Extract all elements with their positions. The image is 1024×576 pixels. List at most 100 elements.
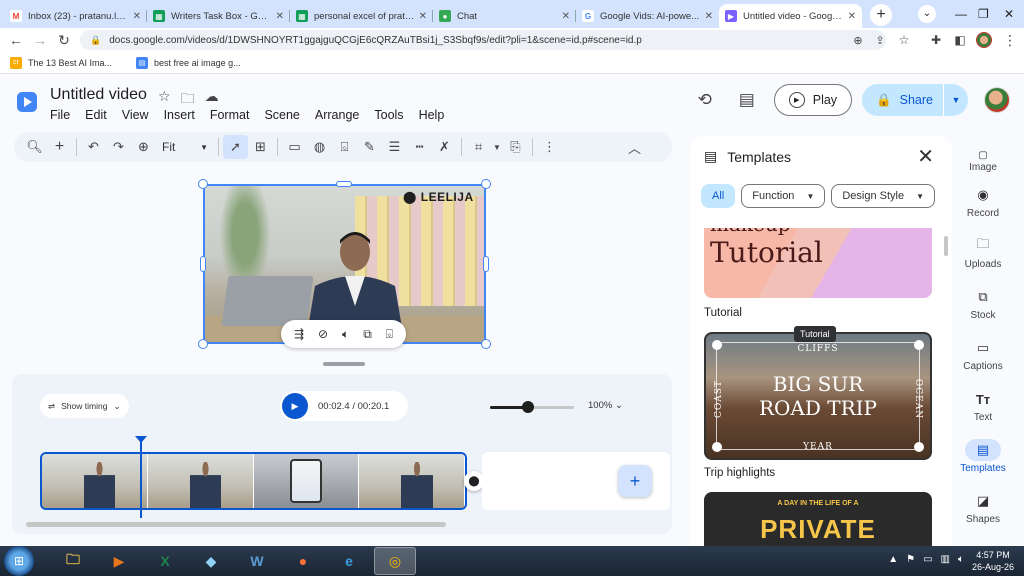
close-icon[interactable]: ✕ <box>705 11 713 22</box>
menu-arrange[interactable]: Arrange <box>315 108 359 122</box>
replace-media-icon[interactable]: ⧉ <box>363 327 372 342</box>
close-icon[interactable]: ✕ <box>848 11 856 22</box>
flag-icon[interactable]: ⚑ <box>906 554 915 565</box>
image-icon[interactable]: ▭ <box>282 135 307 159</box>
minimize-icon[interactable]: — <box>955 4 967 24</box>
format-paint-icon[interactable]: ⌺ <box>332 135 357 159</box>
extensions-icon[interactable]: ✚ <box>924 33 948 47</box>
maximize-icon[interactable]: ❐ <box>978 4 989 24</box>
zoom-select[interactable]: Fit ▼ <box>156 140 214 154</box>
browser-tab-untitled-video[interactable]: ▶ Untitled video - Google... ✕ <box>719 4 862 28</box>
chevron-down-icon[interactable]: ▼ <box>491 135 503 159</box>
close-icon[interactable]: ✕ <box>917 144 934 169</box>
menu-edit[interactable]: Edit <box>85 108 107 122</box>
volume-icon[interactable]: 🔈︎ <box>958 554 964 565</box>
url-field[interactable]: 🔒 docs.google.com/videos/d/1DWSHNOYRT1gga… <box>80 30 886 50</box>
template-card-day-in-life[interactable]: A DAY IN THE LIFE OF A PRIVATE <box>704 492 932 546</box>
share-main[interactable]: 🔒 Share <box>862 84 944 116</box>
window-close-icon[interactable]: ✕ <box>1004 4 1014 24</box>
add-icon[interactable]: + <box>47 135 72 159</box>
zoom-icon[interactable]: ⊕ <box>846 34 870 47</box>
share-button[interactable]: 🔒 Share ▼ <box>862 84 968 116</box>
resize-handle[interactable] <box>200 256 206 272</box>
resize-handle[interactable] <box>336 181 352 187</box>
template-card-trip-highlights[interactable]: CLIFFS BIG SUR ROAD TRIP COAST OCEAN YEAR <box>704 332 932 460</box>
display-icon[interactable]: ▭ <box>923 554 932 565</box>
start-button-icon[interactable]: ⊞ <box>4 546 34 576</box>
crop-icon[interactable]: ⌗ <box>466 135 491 159</box>
share-page-icon[interactable]: ⇪ <box>868 34 892 47</box>
resize-handle[interactable] <box>198 179 208 189</box>
rail-item-captions[interactable]: ▭ Captions <box>955 337 1011 372</box>
more-icon[interactable]: ⋮ <box>537 135 562 159</box>
trim-icon[interactable]: ⇶ <box>294 327 304 341</box>
word-icon[interactable]: W <box>236 547 278 575</box>
new-tab-button[interactable]: + <box>870 4 892 26</box>
firefox-icon[interactable]: ● <box>282 547 324 575</box>
media-player-icon[interactable]: ▶ <box>98 547 140 575</box>
resize-handle[interactable] <box>198 339 208 349</box>
menu-scene[interactable]: Scene <box>264 108 299 122</box>
select-icon[interactable]: ➚ <box>223 135 248 159</box>
browser-tab-chat[interactable]: ● Chat ✕ <box>433 4 576 28</box>
undo-icon[interactable]: ↶ <box>81 135 106 159</box>
pen-icon[interactable]: ✎ <box>357 135 382 159</box>
format-icon[interactable]: ⌺ <box>386 327 393 342</box>
profile-avatar[interactable] <box>976 32 992 48</box>
close-icon[interactable]: ✕ <box>133 11 141 22</box>
close-icon[interactable]: ✕ <box>276 11 284 22</box>
menu-help[interactable]: Help <box>419 108 445 122</box>
back-icon[interactable]: ← <box>4 32 28 48</box>
resize-handle[interactable] <box>481 339 491 349</box>
tab-search-icon[interactable]: ⌄ <box>918 4 936 24</box>
browser-menu-icon[interactable]: ⋮ <box>998 32 1022 49</box>
show-timing-button[interactable]: ⇌ Show timing ⌄ <box>40 394 129 418</box>
link-icon[interactable]: ⊘ <box>318 327 328 341</box>
chrome-icon[interactable]: ◎ <box>374 547 416 575</box>
redo-icon[interactable]: ↷ <box>106 135 131 159</box>
play-button[interactable]: ▶ Play <box>773 84 853 116</box>
file-explorer-icon[interactable]: 🗀 <box>52 547 94 575</box>
document-title[interactable]: Untitled video <box>50 86 147 104</box>
search-icon[interactable]: 🔍︎ <box>22 135 47 159</box>
reload-icon[interactable]: ↻ <box>52 32 76 49</box>
replace-image-icon[interactable]: ⎘ <box>503 135 528 159</box>
network-icon[interactable]: ▥ <box>941 554 950 565</box>
comments-icon[interactable]: ▤ <box>732 85 762 115</box>
playhead[interactable] <box>135 436 147 518</box>
line-dash-icon[interactable]: ┅ <box>407 135 432 159</box>
browser-tab-gmail[interactable]: M Inbox (23) - pratanu.le... ✕ <box>4 4 147 28</box>
timeline-scrollbar[interactable] <box>26 522 446 527</box>
line-weight-icon[interactable]: ☰ <box>382 135 407 159</box>
text-box-icon[interactable]: ⊞ <box>248 135 273 159</box>
browser-tab-excel[interactable]: ▦ personal excel of prata... ✕ <box>290 4 433 28</box>
rail-item-templates[interactable]: ▤ Templates <box>955 439 1011 474</box>
bookmark-item[interactable]: cr The 13 Best AI Ima... <box>10 56 112 69</box>
filter-chip-function[interactable]: Function ▼ <box>741 184 826 208</box>
rail-item-shapes[interactable]: ◪ Shapes <box>955 490 1011 525</box>
menu-tools[interactable]: Tools <box>374 108 403 122</box>
filter-chip-design-style[interactable]: Design Style ▼ <box>831 184 936 208</box>
resize-grip[interactable] <box>323 362 365 366</box>
clear-format-icon[interactable]: ✗ <box>432 135 457 159</box>
close-icon[interactable]: ✕ <box>419 11 427 22</box>
excel-icon[interactable]: X <box>144 547 186 575</box>
panel-scrollbar[interactable] <box>944 236 948 256</box>
collapse-icon[interactable]: ︿ <box>622 135 647 159</box>
app-icon[interactable]: ◆ <box>190 547 232 575</box>
forward-icon[interactable]: → <box>28 32 52 48</box>
add-scene-button[interactable]: + <box>618 465 652 497</box>
resize-handle[interactable] <box>481 179 491 189</box>
side-panel-icon[interactable]: ◧ <box>948 33 972 47</box>
share-dropdown-icon[interactable]: ▼ <box>944 95 968 105</box>
browser-tab-writers[interactable]: ▦ Writers Task Box - Goo... ✕ <box>147 4 290 28</box>
play-icon[interactable]: ▶ <box>282 393 308 419</box>
menu-view[interactable]: View <box>122 108 149 122</box>
menu-insert[interactable]: Insert <box>164 108 195 122</box>
filter-chip-all[interactable]: All <box>701 184 736 208</box>
bookmark-star-icon[interactable]: ☆ <box>892 33 916 47</box>
browser-tab-vids[interactable]: G Google Vids: AI-powe... ✕ <box>576 4 719 28</box>
vids-logo-icon[interactable] <box>15 90 39 114</box>
zoom-icon[interactable]: ⊕ <box>131 135 156 159</box>
tray-arrow-icon[interactable]: ▲ <box>888 554 898 565</box>
